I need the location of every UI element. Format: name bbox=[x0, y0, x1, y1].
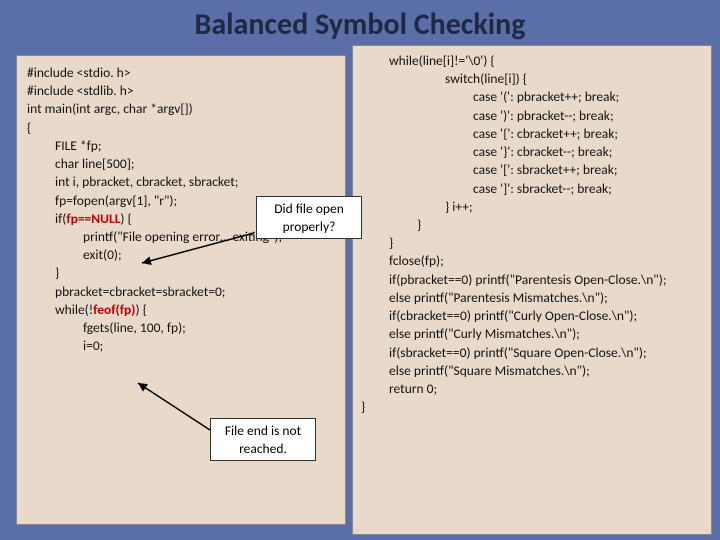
highlight-null-check: fp==NULL bbox=[66, 210, 120, 227]
code-line: int i, pbracket, cbracket, sbracket; bbox=[27, 173, 335, 191]
code-line: fgets(line, 100, fp); bbox=[27, 319, 335, 337]
highlight-feof: feof(fp) bbox=[93, 301, 135, 318]
code-line: case '(': pbracket++; break; bbox=[361, 88, 703, 106]
code-line: exit(0); bbox=[27, 246, 335, 264]
code-line: } bbox=[361, 216, 703, 234]
code-line: case '{': cbracket++; break; bbox=[361, 125, 703, 143]
code-text: ) { bbox=[135, 301, 146, 318]
code-line: char line[500]; bbox=[27, 155, 335, 173]
code-line: else printf("Parentesis Mismatches.\n"); bbox=[361, 289, 703, 307]
code-line: case ']': sbracket--; break; bbox=[361, 180, 703, 198]
callout-file-open: Did file open properly? bbox=[256, 196, 362, 239]
callout-file-end: File end is not reached. bbox=[210, 418, 316, 461]
code-line: else printf("Square Mismatches.\n"); bbox=[361, 362, 703, 380]
code-line: if(sbracket==0) printf("Square Open-Clos… bbox=[361, 344, 703, 362]
code-line: switch(line[i]) { bbox=[361, 70, 703, 88]
code-line: #include <stdio. h> bbox=[27, 64, 335, 82]
code-line: { bbox=[27, 119, 335, 137]
code-line: case ')': pbracket--; break; bbox=[361, 107, 703, 125]
code-line: else printf("Curly Mismatches.\n"); bbox=[361, 325, 703, 343]
code-line: return 0; bbox=[361, 380, 703, 398]
code-block-right: while(line[i]!='\0') { switch(line[i]) {… bbox=[352, 45, 712, 535]
code-line: if(cbracket==0) printf("Curly Open-Close… bbox=[361, 307, 703, 325]
code-line: case '[': sbracket++; break; bbox=[361, 161, 703, 179]
code-text: ) { bbox=[120, 210, 131, 227]
code-line: if(pbracket==0) printf("Parentesis Open-… bbox=[361, 271, 703, 289]
slide-title: Balanced Symbol Checking bbox=[0, 0, 720, 47]
code-text: while(! bbox=[55, 301, 93, 318]
code-line: } i++; bbox=[361, 198, 703, 216]
code-line: fclose(fp); bbox=[361, 252, 703, 270]
code-text: if( bbox=[55, 210, 66, 227]
code-line: } bbox=[361, 234, 703, 252]
code-line: FILE *fp; bbox=[27, 137, 335, 155]
code-line: #include <stdlib. h> bbox=[27, 82, 335, 100]
code-line: pbracket=cbracket=sbracket=0; bbox=[27, 283, 335, 301]
code-line: } bbox=[361, 398, 365, 415]
code-line: case '}': cbracket--; break; bbox=[361, 143, 703, 161]
code-line: i=0; bbox=[27, 337, 335, 355]
code-line: int main(int argc, char *argv[]) bbox=[27, 100, 335, 118]
code-line: while(line[i]!='\0') { bbox=[361, 52, 703, 70]
code-line: } bbox=[27, 264, 335, 282]
code-line: while(!feof(fp)) { bbox=[27, 301, 335, 319]
